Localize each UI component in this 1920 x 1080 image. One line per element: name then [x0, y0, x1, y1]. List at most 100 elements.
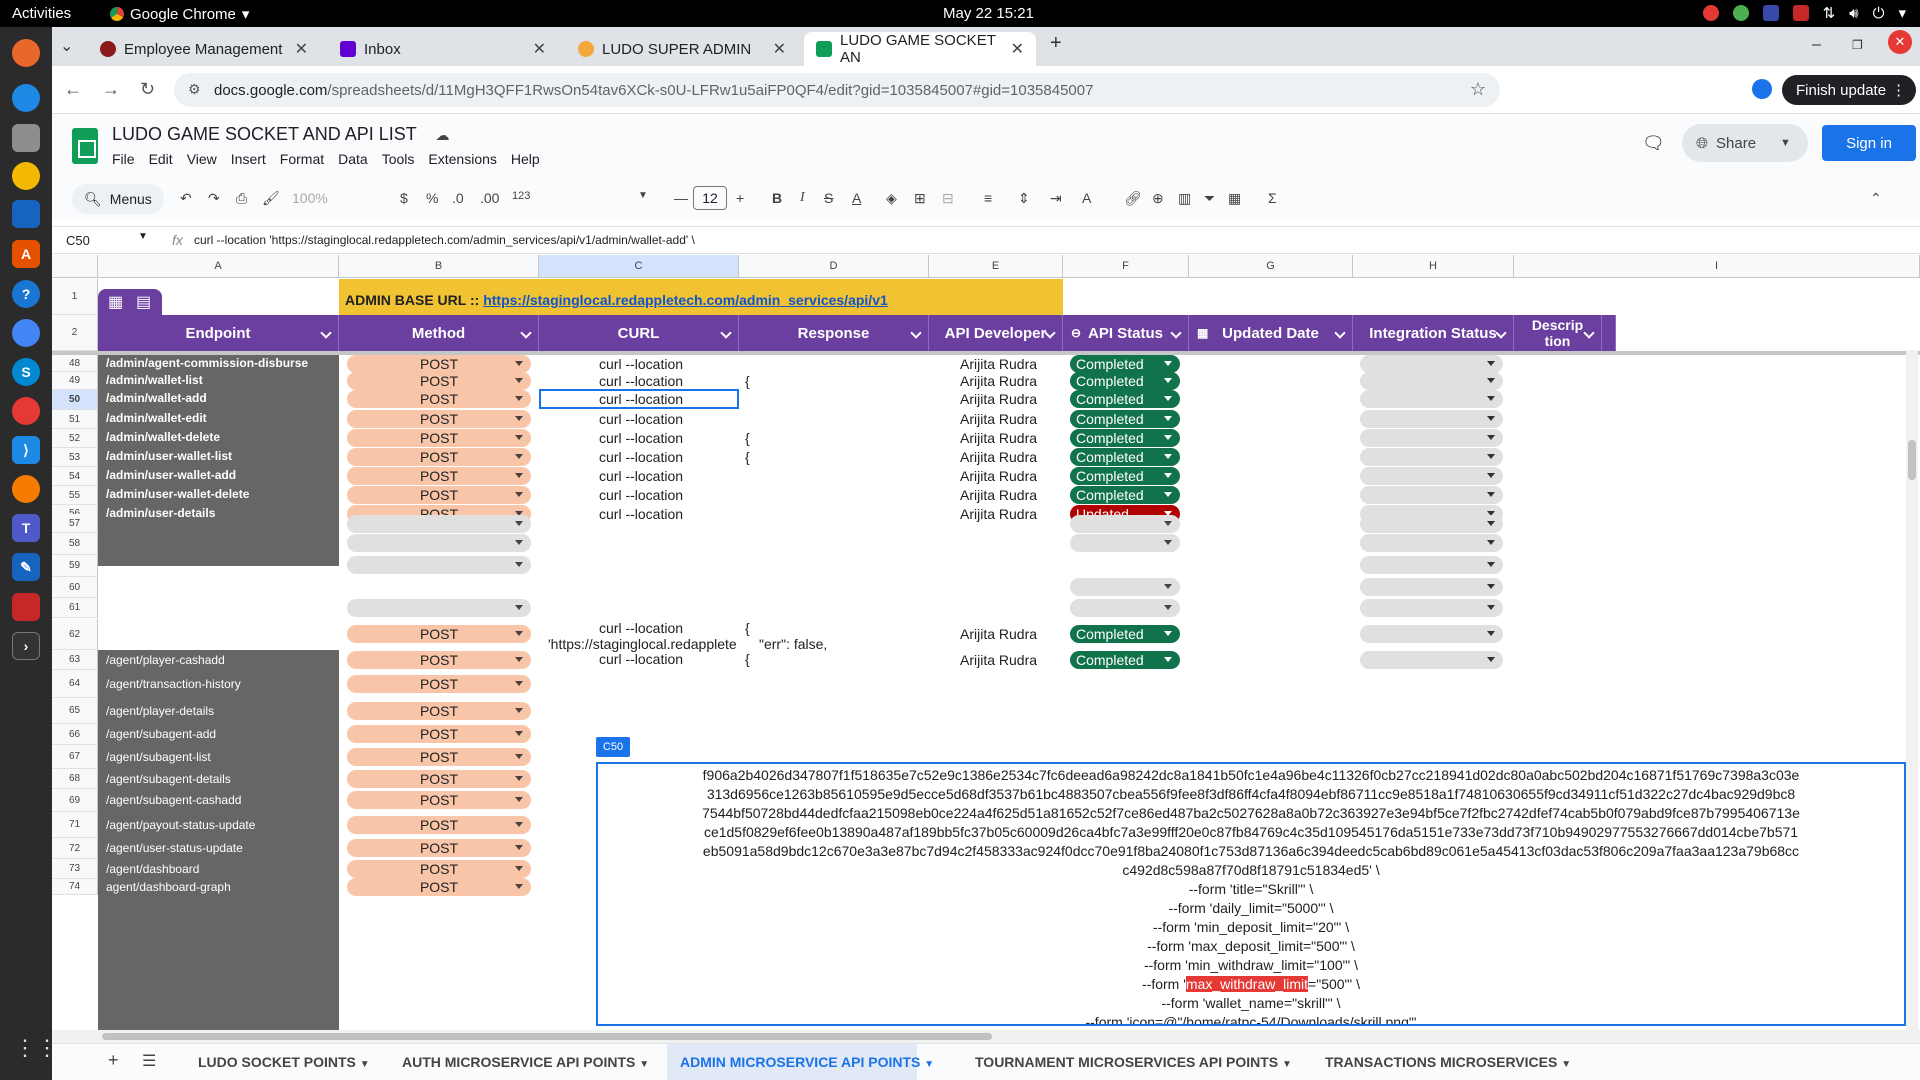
endpoint-cell[interactable]: /agent/payout-status-update: [106, 818, 255, 832]
all-sheets-icon[interactable]: ☰: [142, 1051, 156, 1071]
filter-icon[interactable]: ⏷: [1204, 190, 1215, 207]
api-developer-cell[interactable]: Arijita Rudra: [960, 487, 1037, 503]
scroll-thumb[interactable]: [102, 1033, 992, 1040]
sheets-logo-icon[interactable]: [72, 128, 98, 164]
response-cell[interactable]: {: [745, 430, 750, 446]
row-header[interactable]: 58: [52, 533, 98, 555]
add-sheet-button[interactable]: +: [108, 1050, 119, 1071]
api-status-dropdown[interactable]: Completed: [1070, 390, 1180, 408]
row-header[interactable]: 74: [52, 879, 98, 895]
row-header[interactable]: 62: [52, 619, 98, 650]
method-dropdown[interactable]: [347, 534, 531, 552]
menu-tools[interactable]: Tools: [382, 151, 415, 167]
column-header-a[interactable]: A: [98, 255, 339, 278]
integration-status-dropdown[interactable]: [1360, 625, 1503, 643]
dropdown-caret-icon[interactable]: [1164, 521, 1172, 526]
dropdown-caret-icon[interactable]: [515, 657, 523, 662]
menu-insert[interactable]: Insert: [231, 151, 266, 167]
dropdown-caret-icon[interactable]: [1487, 540, 1495, 545]
dropdown-caret-icon[interactable]: [515, 492, 523, 497]
endpoint-cell[interactable]: /admin/user-details: [106, 506, 215, 520]
dropdown-caret-icon[interactable]: [1487, 657, 1495, 662]
curl-cell[interactable]: curl --location: [599, 487, 683, 503]
terminal-icon[interactable]: ›: [12, 632, 40, 660]
method-dropdown[interactable]: POST: [347, 770, 531, 788]
vscode-icon[interactable]: ⟩: [12, 436, 40, 464]
insert-comment-icon[interactable]: ⊕: [1152, 190, 1164, 207]
postman-icon[interactable]: [12, 475, 40, 503]
endpoint-cell[interactable]: /admin/user-wallet-list: [106, 449, 232, 463]
dropdown-caret-icon[interactable]: [1164, 416, 1172, 421]
row-header[interactable]: 67: [52, 745, 98, 769]
teams-icon[interactable]: T: [12, 514, 40, 542]
header-method[interactable]: Method: [339, 315, 539, 351]
integration-status-dropdown[interactable]: [1360, 515, 1503, 533]
bookmark-star-icon[interactable]: ☆: [1470, 79, 1486, 100]
cell-editor[interactable]: f906a2b4026d347807f1f518635e7c52e9c1386e…: [596, 762, 1906, 1026]
row-header[interactable]: 65: [52, 698, 98, 724]
response-cell[interactable]: {: [745, 373, 750, 389]
row-header[interactable]: 55: [52, 486, 98, 505]
sheet-tab-admin[interactable]: ADMIN MICROSERVICE API POINTS ▼: [680, 1054, 934, 1070]
dropdown-caret-icon[interactable]: [515, 754, 523, 759]
row-header[interactable]: 50: [52, 390, 98, 410]
method-dropdown[interactable]: POST: [347, 372, 531, 390]
maximize-button[interactable]: ❐: [1852, 38, 1863, 52]
api-developer-cell[interactable]: Arijita Rudra: [960, 506, 1037, 522]
method-dropdown[interactable]: POST: [347, 486, 531, 504]
endpoint-cell[interactable]: agent/dashboard-graph: [106, 880, 231, 894]
method-dropdown[interactable]: POST: [347, 748, 531, 766]
column-header-i[interactable]: I: [1514, 255, 1920, 278]
endpoint-cell[interactable]: /agent/dashboard: [106, 862, 199, 876]
row-header[interactable]: 63: [52, 650, 98, 670]
comment-icon[interactable]: 🗨︎: [1642, 133, 1665, 154]
api-developer-cell[interactable]: Arijita Rudra: [960, 391, 1037, 407]
dropdown-caret-icon[interactable]: [515, 361, 523, 366]
chevron-down-icon[interactable]: [1495, 327, 1507, 339]
endpoint-cell[interactable]: /admin/agent-commission-disburse: [106, 356, 308, 370]
method-dropdown[interactable]: POST: [347, 429, 531, 447]
decrease-font-size-icon[interactable]: —: [674, 190, 688, 206]
dropdown-caret-icon[interactable]: [1487, 631, 1495, 636]
minimize-button[interactable]: –: [1812, 36, 1821, 54]
endpoint-cell[interactable]: /agent/transaction-history: [106, 677, 241, 691]
borders-icon[interactable]: ⊞: [914, 190, 926, 207]
text-color-icon[interactable]: A: [852, 190, 861, 206]
menu-edit[interactable]: Edit: [149, 151, 173, 167]
method-dropdown[interactable]: POST: [347, 725, 531, 743]
endpoint-cell[interactable]: /agent/player-details: [106, 704, 214, 718]
dropdown-caret-icon[interactable]: [1487, 361, 1495, 366]
firefox-icon[interactable]: [12, 39, 40, 67]
increase-font-size-icon[interactable]: +: [736, 190, 744, 206]
show-apps-icon[interactable]: ⋮⋮: [14, 1036, 58, 1060]
dropdown-caret-icon[interactable]: [1164, 454, 1172, 459]
method-dropdown[interactable]: POST: [347, 878, 531, 896]
header-endpoint[interactable]: Endpoint: [98, 315, 339, 351]
table-form-icon[interactable]: ▤: [136, 292, 151, 312]
dropdown-caret-icon[interactable]: [1164, 492, 1172, 497]
row-header[interactable]: 66: [52, 724, 98, 745]
row-header[interactable]: 69: [52, 789, 98, 812]
chevron-down-icon[interactable]: [320, 327, 332, 339]
api-developer-cell[interactable]: Arijita Rudra: [960, 411, 1037, 427]
row-header[interactable]: 71: [52, 812, 98, 838]
api-status-dropdown[interactable]: Completed: [1070, 429, 1180, 447]
thunderbird-icon[interactable]: [12, 84, 40, 112]
menu-help[interactable]: Help: [511, 151, 540, 167]
method-dropdown[interactable]: POST: [347, 467, 531, 485]
curl-cell[interactable]: curl --location: [599, 506, 683, 522]
sign-in-button[interactable]: Sign in: [1822, 125, 1916, 161]
response-cell[interactable]: {: [745, 449, 750, 465]
tab-ludo-game-socket[interactable]: LUDO GAME SOCKET AN ✕: [804, 32, 1036, 66]
clock[interactable]: May 22 15:21: [943, 5, 1034, 22]
reload-button[interactable]: ↻: [140, 79, 155, 100]
dropdown-caret-icon[interactable]: [515, 435, 523, 440]
api-developer-cell[interactable]: Arijita Rudra: [960, 449, 1037, 465]
dropdown-caret-icon[interactable]: [515, 797, 523, 802]
close-icon[interactable]: ✕: [1011, 39, 1024, 59]
curl-cell[interactable]: curl --location: [599, 620, 683, 636]
number-format-icon[interactable]: 123: [512, 190, 530, 202]
dropdown-caret-icon[interactable]: [1487, 396, 1495, 401]
bold-icon[interactable]: B: [772, 190, 782, 206]
method-dropdown[interactable]: POST: [347, 355, 531, 373]
